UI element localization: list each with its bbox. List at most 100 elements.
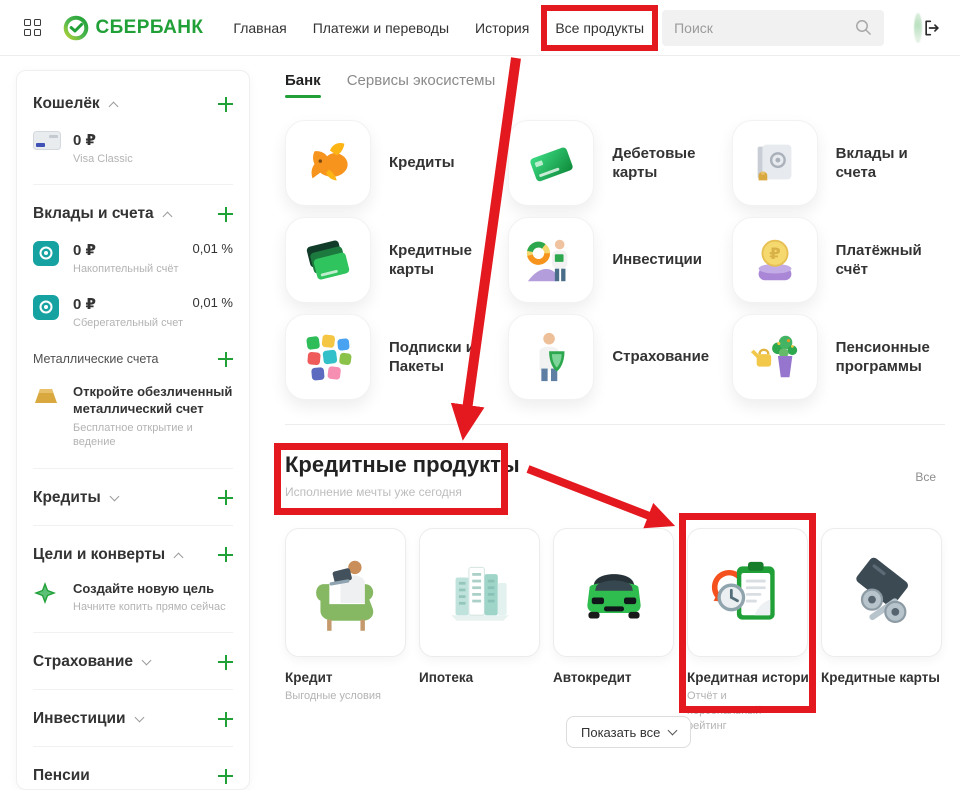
product-label: Кредитные карты (389, 241, 498, 280)
visa-card-item[interactable]: 0 ₽ Visa Classic (33, 131, 233, 166)
product-subscriptions[interactable]: Подписки и Пакеты (285, 314, 498, 400)
bank-card-icon (33, 131, 61, 151)
insurance-title[interactable]: Страхование (33, 653, 133, 671)
product-payment-account[interactable]: ₽ Платёжный счёт (732, 217, 945, 303)
car-icon (574, 551, 654, 635)
card-auto-loan[interactable]: Автокредит (553, 528, 674, 734)
product-deposits[interactable]: Вклады и счета (732, 120, 945, 206)
add-pension-button[interactable] (218, 769, 233, 784)
show-all-label: Показать все (581, 725, 660, 740)
chevron-up-icon[interactable] (174, 552, 184, 562)
chevron-down-icon[interactable] (142, 656, 152, 666)
product-label: Подписки и Пакеты (389, 338, 498, 377)
card-mortgage[interactable]: Ипотека (419, 528, 540, 734)
brand-name: СБЕРБАНК (96, 17, 204, 39)
arrow-to-credit-history (528, 469, 652, 517)
clipboard-clock-icon (708, 551, 788, 635)
apps-grid-icon[interactable] (24, 19, 41, 36)
insurance-section: Страхование (33, 633, 233, 690)
card-stack-icon (301, 233, 355, 287)
investments-title[interactable]: Инвестиции (33, 710, 126, 728)
add-goal-button[interactable] (218, 547, 233, 562)
product-label: Инвестиции (612, 250, 702, 270)
credit-products-subtitle: Исполнение мечты уже сегодня (285, 485, 520, 499)
show-all-button[interactable]: Показать все (566, 716, 691, 748)
product-label: Дебетовые карты (612, 144, 721, 183)
bank-products-grid: Кредиты Дебетовые карты Вклады и счета (285, 120, 945, 400)
chevron-down-icon[interactable] (134, 713, 144, 723)
add-metal-account-button[interactable] (218, 352, 233, 367)
credits-title[interactable]: Кредиты (33, 489, 101, 507)
product-credit-cards[interactable]: Кредитные карты (285, 217, 498, 303)
product-label: Кредиты (389, 153, 455, 173)
tab-bank[interactable]: Банк (285, 72, 321, 98)
person-armchair-icon (306, 551, 386, 635)
account-name: Накопительный счёт (73, 262, 178, 276)
nav-history[interactable]: История (475, 14, 529, 42)
nav-all-products-label: Все продукты (555, 20, 644, 36)
product-insurance[interactable]: Страхование (508, 314, 721, 400)
debit-card-icon (524, 136, 578, 190)
card-subtitle: Выгодные условия (285, 689, 397, 704)
metal-promo-subtitle: Бесплатное открытие и ведение (73, 421, 233, 450)
credits-section: Кредиты (33, 469, 233, 526)
deposits-section: Вклады и счета 0 ₽ Накопительный счёт 0,… (33, 185, 233, 468)
card-credit-cards[interactable]: Кредитные карты (821, 528, 942, 734)
credit-products-all-link[interactable]: Все (915, 470, 936, 484)
nav-home[interactable]: Главная (233, 14, 286, 42)
wallet-title[interactable]: Кошелёк (33, 95, 100, 113)
card-title: Ипотека (419, 670, 540, 685)
search-input[interactable] (674, 20, 855, 36)
card-credit[interactable]: Кредит Выгодные условия (285, 528, 406, 734)
safe-icon (748, 136, 802, 190)
add-investment-button[interactable] (218, 712, 233, 727)
product-investments[interactable]: Инвестиции (508, 217, 721, 303)
metal-accounts-title[interactable]: Металлические счета (33, 352, 158, 366)
add-deposit-button[interactable] (218, 207, 233, 222)
product-credits[interactable]: Кредиты (285, 120, 498, 206)
credit-products-header: Кредитные продукты Исполнение мечты уже … (285, 452, 520, 499)
wallet-section: Кошелёк 0 ₽ Visa Classic (33, 75, 233, 185)
goals-title[interactable]: Цели и конверты (33, 546, 165, 564)
search-icon (855, 19, 872, 36)
card-subtitle (419, 689, 531, 704)
chevron-up-icon[interactable] (162, 212, 172, 222)
chevron-up-icon[interactable] (108, 102, 118, 112)
card-subtitle: Отчёт и персональный рейтинг (687, 689, 799, 734)
card-subtitle (821, 689, 933, 704)
credit-products-row: Кредит Выгодные условия Ипотека (285, 528, 945, 734)
account-name: Сберегательный счет (73, 316, 183, 330)
investments-icon (524, 233, 578, 287)
deposits-title[interactable]: Вклады и счета (33, 205, 154, 223)
gold-ingot-icon (33, 386, 59, 406)
new-goal-promo[interactable]: Создайте новую цель Начните копить прямо… (33, 580, 233, 615)
deposit-account-item[interactable]: 0 ₽ Сберегательный счет 0,01 % (33, 295, 233, 330)
top-header: СБЕРБАНК Главная Платежи и переводы Исто… (0, 0, 960, 56)
product-pension[interactable]: Пенсионные программы (732, 314, 945, 400)
percent-card-icon (842, 551, 922, 635)
tab-ecosystem-services[interactable]: Сервисы экосистемы (347, 72, 496, 98)
add-wallet-button[interactable] (218, 97, 233, 112)
search-box[interactable] (662, 10, 884, 46)
sberbank-logo[interactable]: СБЕРБАНК (63, 15, 204, 41)
shield-person-icon (524, 330, 578, 384)
card-title: Автокредит (553, 670, 674, 685)
svg-text:₽: ₽ (769, 245, 780, 263)
user-avatar[interactable] (914, 13, 922, 43)
savings-account-item[interactable]: 0 ₽ Накопительный счёт 0,01 % (33, 241, 233, 276)
metal-account-promo[interactable]: Откройте обезличенный металлический счет… (33, 383, 233, 450)
nav-all-products[interactable]: Все продукты (555, 14, 644, 42)
product-label: Вклады и счета (836, 144, 945, 183)
chevron-down-icon[interactable] (109, 491, 119, 501)
nav-payments[interactable]: Платежи и переводы (313, 14, 449, 42)
goldfish-icon (301, 136, 355, 190)
card-credit-history[interactable]: Кредитная история Отчёт и персональный р… (687, 528, 808, 734)
add-insurance-button[interactable] (218, 655, 233, 670)
add-credit-button[interactable] (218, 490, 233, 505)
logout-button[interactable] (922, 18, 942, 38)
product-debit-cards[interactable]: Дебетовые карты (508, 120, 721, 206)
pensions-title[interactable]: Пенсии (33, 767, 90, 785)
card-title: Кредит (285, 670, 406, 685)
subscriptions-icon (301, 330, 355, 384)
logout-icon (922, 18, 942, 38)
